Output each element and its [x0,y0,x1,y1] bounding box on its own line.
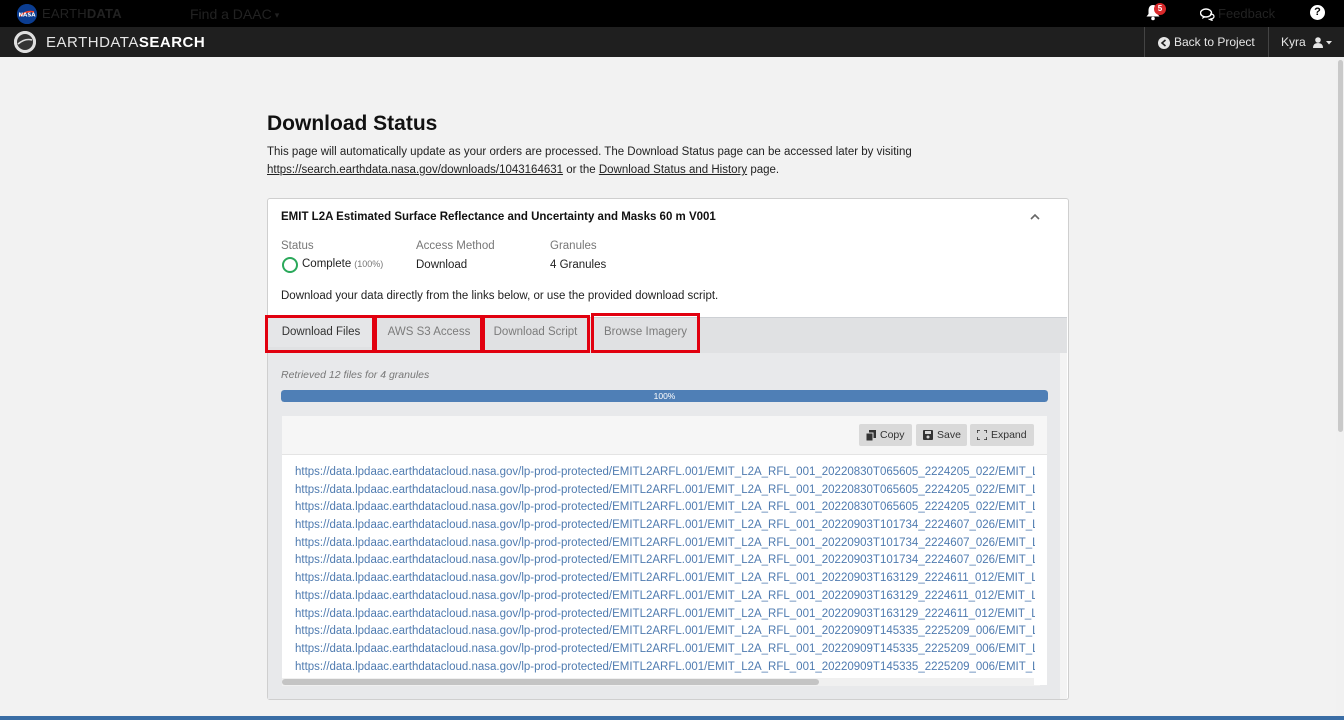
download-link[interactable]: https://data.lpdaac.earthdatacloud.nasa.… [295,570,1035,588]
arrow-left-circle-icon [1158,37,1170,49]
copy-icon [866,430,876,441]
download-history-link[interactable]: Download Status and History [599,164,747,176]
page-bottom-border [0,716,1344,720]
access-method-label: Access Method [416,240,495,252]
download-link[interactable]: https://data.lpdaac.earthdatacloud.nasa.… [295,552,1035,570]
download-link[interactable]: https://data.lpdaac.earthdatacloud.nasa.… [295,588,1035,606]
page-scrollbar-thumb[interactable] [1338,60,1343,432]
status-value: Complete (100%) [302,258,384,270]
page-title: Download Status [267,112,438,135]
tab-aws-s3-access[interactable]: AWS S3 Access [377,318,481,347]
granules-label: Granules [550,240,597,252]
download-link[interactable]: https://data.lpdaac.earthdatacloud.nasa.… [295,517,1035,535]
feedback-link[interactable]: Feedback [1199,6,1275,22]
download-instructions: Download your data directly from the lin… [281,290,719,302]
collection-title: EMIT L2A Estimated Surface Reflectance a… [281,211,716,223]
nasa-logo-icon[interactable]: NASA [17,4,37,24]
user-icon [1313,37,1333,48]
subbar-divider [1268,27,1269,57]
save-button[interactable]: Save [916,424,967,446]
status-complete-icon [282,257,298,273]
chevron-up-icon[interactable] [1028,210,1042,224]
save-icon [923,430,933,440]
download-link[interactable]: https://data.lpdaac.earthdatacloud.nasa.… [295,535,1035,553]
subbar-divider [1144,27,1145,57]
download-link[interactable]: https://data.lpdaac.earthdatacloud.nasa.… [295,659,1035,677]
svg-text:NASA: NASA [18,13,36,19]
copy-button[interactable]: Copy [859,424,912,446]
nasa-meatball-icon[interactable] [14,31,36,53]
help-icon[interactable]: ? [1310,5,1325,20]
find-daac-menu[interactable]: Find a DAAC ▾ [190,6,279,22]
scrollbar-thumb[interactable] [282,679,819,685]
tab-download-files[interactable]: Download Files [268,318,374,347]
scrollbar-corner [1034,678,1041,685]
download-permalink[interactable]: https://search.earthdata.nasa.gov/downlo… [267,164,563,176]
progress-label: 100% [653,391,676,401]
download-link[interactable]: https://data.lpdaac.earthdatacloud.nasa.… [295,623,1035,641]
download-link[interactable]: https://data.lpdaac.earthdatacloud.nasa.… [295,464,1035,482]
status-label: Status [281,240,314,252]
download-link[interactable]: https://data.lpdaac.earthdatacloud.nasa.… [295,606,1035,624]
download-link[interactable]: https://data.lpdaac.earthdatacloud.nasa.… [295,482,1035,500]
download-link[interactable]: https://data.lpdaac.earthdatacloud.nasa.… [295,641,1035,659]
expand-icon [977,430,987,440]
notification-count-badge: 5 [1154,3,1166,15]
tab-browse-imagery[interactable]: Browse Imagery [594,318,697,347]
retrieved-summary: Retrieved 12 files for 4 granules [281,369,430,381]
granules-value: 4 Granules [550,259,607,271]
access-method-value: Download [416,259,468,271]
tab-download-script[interactable]: Download Script [484,318,587,347]
intro-text: This page will automatically update as y… [267,146,912,176]
panel-scrollbar[interactable] [1060,353,1067,699]
earthdata-search-brand[interactable]: EARTHDATASEARCH [46,34,205,51]
back-to-project-button[interactable]: Back to Project [1158,35,1255,49]
caret-down-icon: ▾ [274,10,280,20]
download-link-list: https://data.lpdaac.earthdatacloud.nasa.… [295,464,1035,676]
download-link[interactable]: https://data.lpdaac.earthdatacloud.nasa.… [295,499,1035,517]
earthdata-brand[interactable]: EARTHDATA [42,6,122,21]
user-menu[interactable]: Kyra [1281,35,1333,49]
comments-icon [1199,8,1215,22]
expand-button[interactable]: Expand [970,424,1034,446]
